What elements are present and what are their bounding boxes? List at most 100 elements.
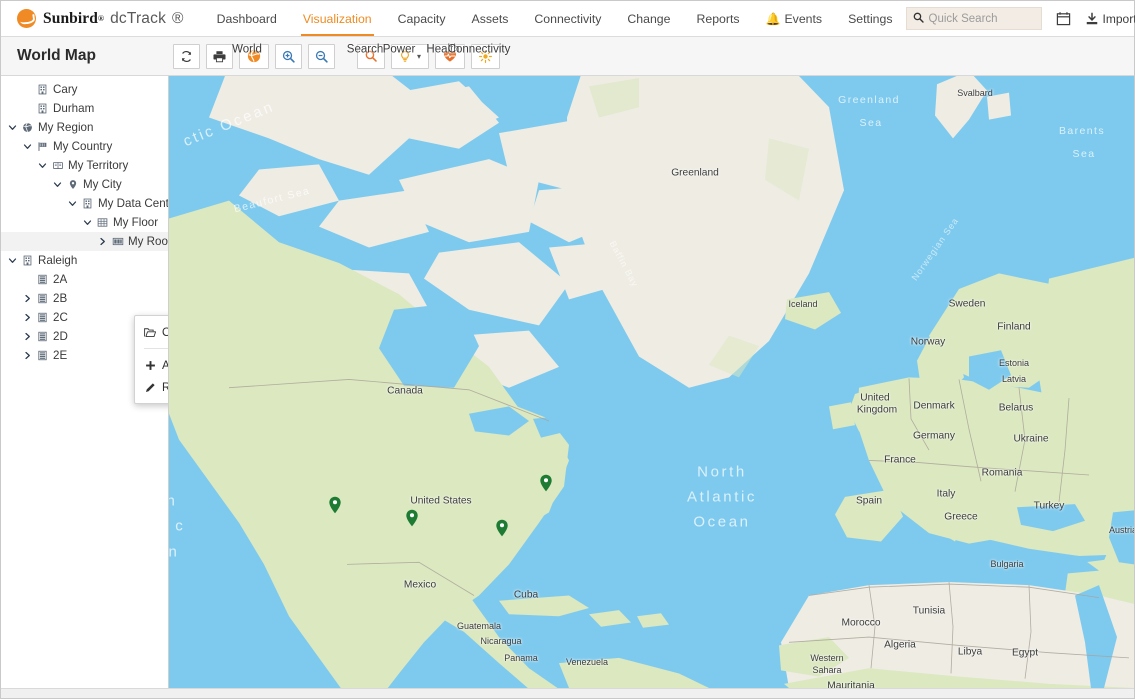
chevron-down-icon[interactable] — [5, 256, 20, 265]
building-icon — [80, 198, 95, 209]
building-icon — [20, 255, 35, 266]
folder-open-icon — [144, 327, 156, 338]
nav-label: Connectivity — [534, 11, 602, 26]
site-marker-south[interactable] — [496, 519, 509, 542]
context-menu-label: Open — [162, 326, 168, 339]
nav-item-assets[interactable]: Assets — [459, 1, 522, 36]
brand-name-sup: ® — [98, 14, 105, 23]
nav-label: Visualization — [302, 11, 372, 26]
building-icon — [35, 103, 50, 114]
chevron-down-icon[interactable] — [35, 161, 50, 170]
map-icon — [50, 160, 65, 171]
chevron-right-icon[interactable] — [20, 313, 35, 322]
nav-item-events[interactable]: 🔔 Events — [753, 1, 836, 36]
calendar-icon — [1056, 11, 1071, 26]
building-icon — [35, 84, 50, 95]
search-icon — [365, 50, 377, 62]
tree-item-label: 2C — [53, 310, 68, 324]
nav-item-capacity[interactable]: Capacity — [385, 1, 459, 36]
print-button[interactable] — [206, 43, 233, 69]
chevron-down-icon[interactable] — [50, 180, 65, 189]
context-menu-label: Add Item — [162, 358, 169, 372]
world-button[interactable]: World — [232, 43, 269, 69]
tree-item-raleigh[interactable]: Raleigh — [1, 251, 168, 270]
zoom-in-icon — [282, 50, 295, 63]
tree-item-cary[interactable]: Cary — [1, 80, 168, 99]
nav-label: Dashboard — [216, 11, 277, 26]
context-menu-item-add-item[interactable]: Add Item ❯ — [135, 354, 169, 376]
nav-item-settings[interactable]: Settings — [835, 1, 905, 36]
site-marker-east[interactable] — [540, 474, 553, 497]
tree-item-label: Durham — [53, 101, 95, 115]
import-label: Import — [1102, 11, 1135, 26]
context-menu[interactable]: Open Add Item ❯ — [134, 315, 169, 404]
tree-item-label: My Country — [53, 139, 113, 153]
globe-icon — [247, 49, 261, 63]
chevron-down-icon[interactable] — [80, 218, 95, 227]
tree-item-label: 2D — [53, 329, 68, 343]
power-button[interactable]: Power ▾ — [383, 43, 430, 69]
refresh-icon — [180, 50, 193, 63]
brand-logo-area[interactable]: Sunbird ® dcTrack ® — [1, 1, 198, 36]
nav-item-dashboard[interactable]: Dashboard — [204, 1, 290, 36]
map-vector-layer — [169, 76, 1134, 688]
chevron-right-icon[interactable] — [20, 332, 35, 341]
connectivity-button[interactable]: Connectivity — [448, 43, 510, 69]
nav-label: Assets — [471, 11, 509, 26]
search-input[interactable] — [928, 12, 1035, 25]
chevron-right-icon[interactable] — [95, 237, 110, 246]
location-tree-sidebar[interactable]: Cary Durham My Region My Country My Territor… — [1, 76, 169, 688]
import-icon — [1085, 12, 1099, 26]
tree-item-my-floor[interactable]: My Floor — [1, 213, 168, 232]
top-navigation-bar: Sunbird ® dcTrack ® Dashboard Visualizatio… — [1, 1, 1135, 37]
refresh-button[interactable] — [173, 43, 200, 69]
nav-item-change[interactable]: Change — [614, 1, 683, 36]
tree-item-my-region[interactable]: My Region — [1, 118, 168, 137]
chevron-right-icon[interactable] — [20, 294, 35, 303]
nav-item-reports[interactable]: Reports — [683, 1, 752, 36]
site-marker-central[interactable] — [406, 509, 419, 532]
nav-item-connectivity[interactable]: Connectivity — [521, 1, 614, 36]
import-button[interactable]: Import — [1085, 12, 1135, 26]
search-button[interactable]: Search — [347, 43, 385, 69]
chevron-right-icon[interactable] — [20, 351, 35, 360]
brand-product-sup: ® — [172, 9, 184, 27]
tree-item-label: My Region — [38, 120, 94, 134]
tree-item-label: My City — [83, 177, 122, 191]
context-menu-item-open[interactable]: Open — [135, 321, 168, 343]
health-button[interactable]: Health — [426, 43, 466, 69]
nav-right-group: Import ? Help ▾ a — [905, 1, 1135, 36]
tree-item-durham[interactable]: Durham — [1, 99, 168, 118]
horizontal-scrollbar[interactable] — [1, 688, 1134, 698]
nav-item-visualization[interactable]: Visualization — [290, 1, 385, 36]
pin-icon — [65, 179, 80, 190]
context-menu-item-rename[interactable]: Rename — [135, 376, 168, 398]
rack-icon — [35, 274, 50, 285]
chevron-down-icon[interactable] — [5, 123, 20, 132]
nav-items: Dashboard Visualization Capacity Assets … — [204, 1, 906, 36]
tree-item-my-country[interactable]: My Country — [1, 137, 168, 156]
tree-item-label: My Data Center — [98, 196, 169, 210]
quick-search-box[interactable] — [905, 7, 1042, 30]
heart-icon — [443, 50, 457, 63]
tree-item-label: My Territory — [68, 158, 129, 172]
context-menu-label: Rename — [162, 381, 168, 394]
tree-item-my-room[interactable]: My Room — [1, 232, 168, 251]
calendar-button[interactable] — [1056, 11, 1071, 26]
zoom-out-button[interactable] — [308, 43, 335, 69]
nav-label: Change — [627, 11, 671, 26]
brand-name: Sunbird — [43, 9, 98, 27]
tree-item-my-data-center[interactable]: My Data Center — [1, 194, 168, 213]
tree-item-my-territory[interactable]: My Territory — [1, 156, 168, 175]
chevron-down-icon[interactable] — [20, 142, 35, 151]
plus-icon — [144, 360, 156, 371]
zoom-in-button[interactable] — [275, 43, 302, 69]
search-icon — [913, 12, 924, 26]
tree-item-my-city[interactable]: My City — [1, 175, 168, 194]
nav-label: Reports — [696, 11, 740, 26]
site-marker-west[interactable] — [329, 496, 342, 519]
world-map-canvas[interactable]: ctic Ocean Beaufort Sea Baffin Bay Greenlan… — [169, 76, 1134, 688]
tree-item-2a[interactable]: 2A — [1, 270, 168, 289]
chevron-down-icon[interactable] — [65, 199, 80, 208]
tree-item-2b[interactable]: 2B — [1, 289, 168, 308]
